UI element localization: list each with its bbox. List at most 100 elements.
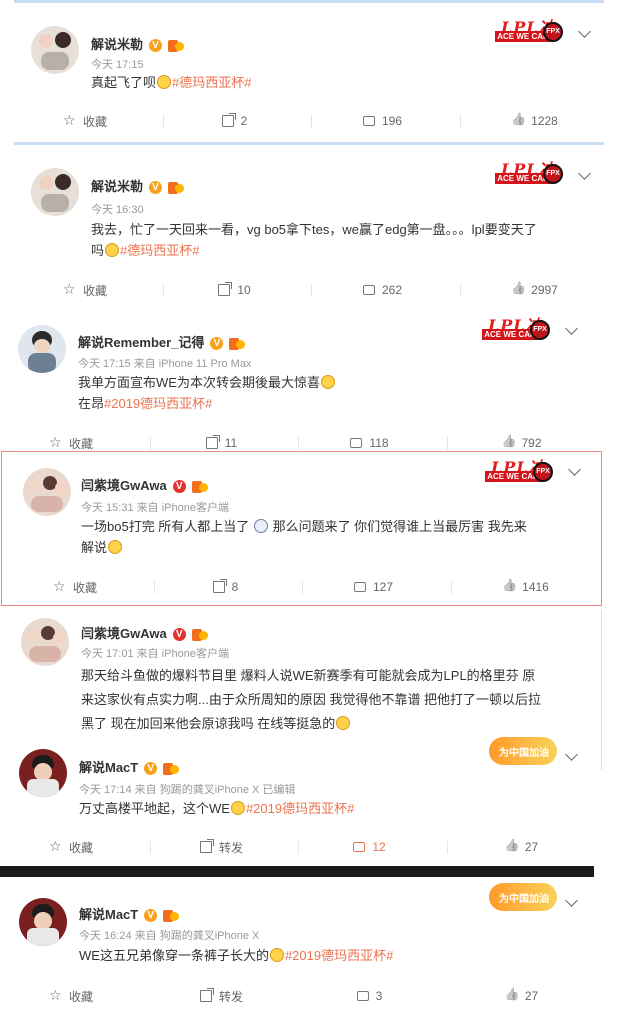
post-card: 解说MacT V 今天 17:14 来自 狗踢的龚叉iPhone X 已编辑 万丈… xyxy=(0,735,600,865)
forward-icon xyxy=(205,435,220,449)
chevron-down-icon[interactable] xyxy=(578,25,591,38)
forward-icon xyxy=(218,282,233,296)
comment-button[interactable]: 262 xyxy=(311,273,454,307)
comment-button[interactable]: 127 xyxy=(302,570,445,604)
thumbs-up-icon xyxy=(506,841,518,853)
sweat-emoji-icon xyxy=(336,716,351,730)
avatar[interactable] xyxy=(19,749,67,797)
post-time[interactable]: 今天 17:14 来自 狗踢的龚叉iPhone X 已编辑 xyxy=(79,781,295,797)
topic-link[interactable]: #2019德玛西亚杯# xyxy=(246,801,354,816)
chevron-down-icon[interactable] xyxy=(578,167,591,180)
verified-icon: V xyxy=(210,337,224,351)
comment-icon xyxy=(353,582,366,592)
post-card: 解说Remember_记得 V 今天 17:15 来自 iPhone 11 Pro… xyxy=(0,310,600,456)
member-level-icon xyxy=(163,909,180,922)
doge-emoji-icon xyxy=(157,75,172,89)
thumbs-up-icon xyxy=(506,990,518,1002)
post-text: 我单方面宣布WE为本次转会期後最大惊喜 在昂#2019德玛西亚杯# xyxy=(78,372,588,414)
forward-icon xyxy=(221,113,236,127)
chevron-down-icon[interactable] xyxy=(565,322,578,335)
doge-emoji-icon xyxy=(269,948,284,962)
chevron-down-icon[interactable] xyxy=(565,748,578,761)
post-card: 解说米勒 V 今天 16:30 我去，忙了一天回来一看，vg bo5拿下tes，w… xyxy=(0,146,618,308)
like-button[interactable]: 1416 xyxy=(451,570,601,604)
favorite-button[interactable]: 收藏 xyxy=(14,273,157,307)
comment-button[interactable]: 196 xyxy=(311,104,454,138)
action-bar: 收藏 8 127 1416 xyxy=(2,570,602,604)
author-name[interactable]: 解说米勒 V xyxy=(91,176,185,195)
verified-icon: V xyxy=(149,181,163,195)
grin-emoji-icon xyxy=(108,540,123,554)
topic-link[interactable]: #德玛西亚杯# xyxy=(172,75,251,90)
forward-button[interactable]: 8 xyxy=(154,570,297,604)
post-time[interactable]: 今天 15:31 来自 iPhone客户端 xyxy=(81,499,229,515)
favorite-button[interactable]: 收藏 xyxy=(4,570,147,604)
forward-button[interactable]: 转发 xyxy=(150,979,293,1013)
comment-icon xyxy=(362,285,375,295)
post-time[interactable]: 今天 17:01 来自 iPhone客户端 xyxy=(81,645,229,661)
star-icon xyxy=(53,578,66,595)
star-icon xyxy=(49,987,62,1004)
doge-emoji-icon xyxy=(320,375,335,389)
member-level-icon xyxy=(191,628,208,641)
avatar[interactable] xyxy=(23,468,71,516)
member-level-icon xyxy=(163,762,180,775)
card-decoration: LPL冲 ACE WE CAN FPX xyxy=(495,14,565,44)
post-time[interactable]: 今天 16:30 xyxy=(91,201,144,217)
forward-button[interactable]: 2 xyxy=(163,104,306,138)
author-name[interactable]: 闫紫境GwAwa V xyxy=(81,623,208,642)
avatar[interactable] xyxy=(19,898,67,946)
chevron-down-icon[interactable] xyxy=(565,894,578,907)
forward-button[interactable]: 10 xyxy=(163,273,306,307)
like-button[interactable]: 27 xyxy=(447,830,597,864)
forward-button[interactable]: 转发 xyxy=(150,830,293,864)
section-divider xyxy=(0,866,594,877)
like-button[interactable]: 2997 xyxy=(460,273,610,307)
topic-link[interactable]: #德玛西亚杯# xyxy=(120,243,199,258)
thumbs-up-icon xyxy=(512,284,524,296)
verified-icon: V xyxy=(144,909,158,923)
card-divider xyxy=(14,0,604,3)
action-bar: 收藏 10 262 2997 xyxy=(0,273,600,307)
avatar[interactable] xyxy=(31,168,79,216)
author-name[interactable]: 解说米勒 V xyxy=(91,34,185,53)
post-time[interactable]: 今天 16:24 来自 狗踢的龚叉iPhone X xyxy=(79,927,259,943)
action-bar: 收藏 转发 12 27 xyxy=(0,830,600,864)
card-decoration: 为中国加油 xyxy=(489,737,559,767)
post-text: WE这五兄弟像穿一条裤子长大的 #2019德玛西亚杯# xyxy=(79,948,394,963)
shocked-emoji-icon xyxy=(253,519,268,533)
topic-link[interactable]: #2019德玛西亚杯# xyxy=(104,396,212,411)
chevron-down-icon[interactable] xyxy=(568,463,581,476)
card-decoration: LPL冲 ACE WE CAN FPX xyxy=(482,312,552,342)
member-level-icon xyxy=(191,480,208,493)
favorite-button[interactable]: 收藏 xyxy=(0,979,143,1013)
like-button[interactable]: 27 xyxy=(447,979,597,1013)
post-time[interactable]: 今天 17:15 xyxy=(91,56,144,72)
post-time[interactable]: 今天 17:15 来自 iPhone 11 Pro Max xyxy=(78,355,251,371)
topic-link[interactable]: #2019德玛西亚杯# xyxy=(285,948,393,963)
avatar[interactable] xyxy=(21,618,69,666)
comment-button[interactable]: 3 xyxy=(298,979,441,1013)
comment-icon xyxy=(353,842,366,852)
member-level-icon xyxy=(168,181,185,194)
post-card: 解说MacT V 今天 16:24 来自 狗踢的龚叉iPhone X WE这五兄弟… xyxy=(0,877,600,1004)
card-decoration: LPL冲 ACE WE CAN FPX xyxy=(485,454,555,484)
thumbs-up-icon xyxy=(503,581,515,593)
author-name[interactable]: 解说MacT V xyxy=(79,904,180,923)
like-button[interactable]: 1228 xyxy=(460,104,610,138)
forward-icon xyxy=(212,579,227,593)
action-bar: 收藏 2 196 1228 xyxy=(0,104,600,138)
comment-icon xyxy=(362,116,375,126)
comment-button-active[interactable]: 12 xyxy=(298,830,441,864)
author-name[interactable]: 解说MacT V xyxy=(79,757,180,776)
favorite-button[interactable]: 收藏 xyxy=(14,104,157,138)
verified-icon: V xyxy=(172,480,186,494)
author-name[interactable]: 解说Remember_记得 V xyxy=(78,332,246,351)
favorite-button[interactable]: 收藏 xyxy=(0,830,143,864)
thumbs-up-icon xyxy=(502,437,514,449)
avatar[interactable] xyxy=(31,26,79,74)
action-bar: 收藏 转发 3 27 xyxy=(0,979,600,1013)
avatar[interactable] xyxy=(18,325,66,373)
doge-emoji-icon xyxy=(230,801,245,815)
author-name[interactable]: 闫紫境GwAwa V xyxy=(81,475,208,494)
